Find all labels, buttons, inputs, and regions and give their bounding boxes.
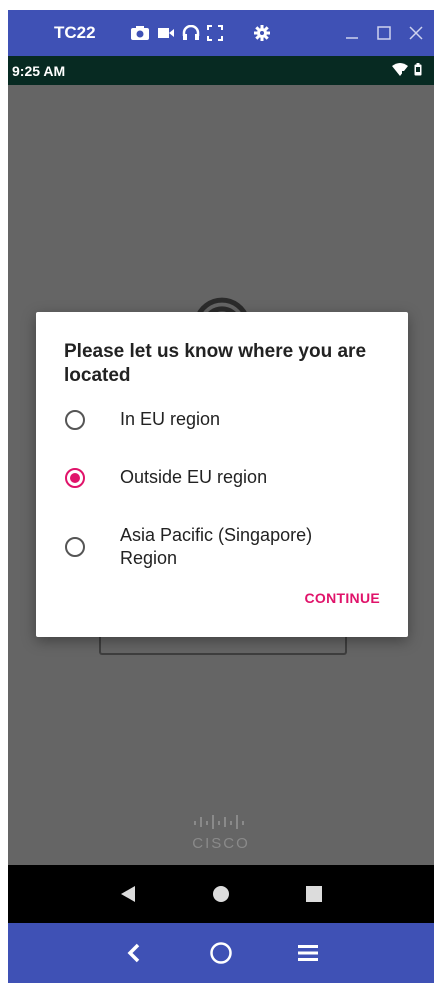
headset-icon[interactable]: [182, 25, 200, 41]
option-asia-pacific[interactable]: Asia Pacific (Singapore) Region: [64, 524, 380, 570]
android-nav-bar: [8, 865, 434, 923]
option-label: In EU region: [120, 409, 221, 429]
menu-icon[interactable]: [288, 933, 328, 973]
close-icon[interactable]: [408, 25, 424, 41]
wifi-icon: [392, 62, 408, 79]
cisco-bars-icon: [194, 815, 244, 829]
radio-checked-icon[interactable]: [64, 467, 86, 489]
gear-icon[interactable]: [254, 25, 270, 41]
dialog-actions: CONTINUE: [64, 590, 380, 606]
status-time: 9:25 AM: [12, 62, 66, 79]
back-chevron-icon[interactable]: [114, 933, 154, 973]
continue-button[interactable]: CONTINUE: [304, 590, 380, 606]
option-label: Asia Pacific (Singapore) Region: [120, 525, 313, 568]
app-screen-scrim: CISCO Please let us know where you are l…: [8, 85, 434, 865]
emulator-title-bar: TC22: [8, 10, 434, 56]
option-label: Outside EU region: [120, 467, 268, 487]
emulator-bottom-bar: [8, 923, 434, 983]
minimize-icon[interactable]: [344, 25, 360, 41]
option-in-eu[interactable]: In EU region: [64, 408, 380, 466]
cisco-word: CISCO: [192, 835, 250, 852]
dialog-title: Please let us know where you are located: [64, 341, 367, 386]
battery-icon: [414, 62, 422, 79]
emulator-title: TC22: [54, 23, 96, 42]
emulator-toolbar: [130, 25, 270, 41]
status-icons: [392, 62, 422, 79]
radio-unchecked-icon[interactable]: [64, 409, 86, 431]
maximize-icon[interactable]: [376, 25, 392, 41]
region-dialog: Please let us know where you are located…: [36, 312, 408, 637]
video-icon[interactable]: [157, 26, 175, 40]
option-outside-eu[interactable]: Outside EU region: [64, 466, 380, 524]
back-icon[interactable]: [108, 874, 148, 914]
home-icon[interactable]: [201, 874, 241, 914]
status-bar: 9:25 AM: [8, 56, 434, 85]
cisco-logo: CISCO: [183, 815, 259, 852]
home-circle-icon[interactable]: [201, 933, 241, 973]
radio-unchecked-icon[interactable]: [64, 536, 86, 558]
window-controls: [344, 25, 424, 41]
camera-icon[interactable]: [130, 25, 150, 41]
recents-icon[interactable]: [294, 874, 334, 914]
fullscreen-icon[interactable]: [207, 25, 223, 41]
